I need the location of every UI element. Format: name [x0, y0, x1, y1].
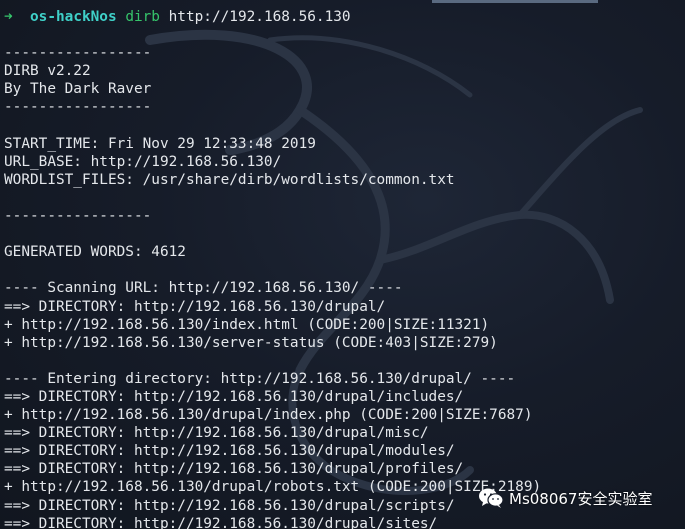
prompt-line[interactable]: ➜ os-hackNos dirb http://192.168.56.130	[4, 8, 541, 26]
prompt-arrow-icon: ➜	[4, 9, 13, 25]
output-line: GENERATED WORDS: 4612	[4, 244, 186, 261]
scroll-indicator[interactable]	[432, 0, 598, 3]
output-line: ==> DIRECTORY: http://192.168.56.130/dru…	[4, 298, 386, 315]
output-line: -----------------	[4, 45, 152, 62]
output-line: ==> DIRECTORY: http://192.168.56.130/dru…	[4, 515, 438, 529]
wechat-watermark: Ms08067安全实验室	[478, 486, 652, 510]
output-line: ==> DIRECTORY: http://192.168.56.130/dru…	[4, 388, 464, 405]
output-line: -----------------	[4, 208, 152, 225]
wechat-icon	[479, 488, 504, 508]
output-line: + http://192.168.56.130/drupal/index.php…	[4, 407, 533, 424]
output-line: ==> DIRECTORY: http://192.168.56.130/dru…	[4, 461, 464, 478]
terminal-window[interactable]: ➜ os-hackNos dirb http://192.168.56.130 …	[0, 0, 685, 529]
output-line: ==> DIRECTORY: http://192.168.56.130/dru…	[4, 497, 455, 514]
output-line: By The Dark Raver	[4, 81, 152, 98]
output-line: ==> DIRECTORY: http://192.168.56.130/dru…	[4, 425, 429, 442]
output-line: -----------------	[4, 99, 152, 116]
output-line: + http://192.168.56.130/server-status (C…	[4, 334, 498, 351]
output-line: + http://192.168.56.130/drupal/robots.tx…	[4, 479, 542, 496]
output-line: ---- Scanning URL: http://192.168.56.130…	[4, 280, 403, 297]
terminal-output: ➜ os-hackNos dirb http://192.168.56.130 …	[4, 8, 541, 529]
prompt-command: dirb	[125, 9, 160, 25]
output-line: URL_BASE: http://192.168.56.130/	[4, 153, 282, 170]
output-line: WORDLIST_FILES: /usr/share/dirb/wordlist…	[4, 171, 455, 188]
prompt-argument: http://192.168.56.130	[168, 9, 351, 25]
output-line: START_TIME: Fri Nov 29 12:33:48 2019	[4, 135, 316, 152]
output-line: ---- Entering directory: http://192.168.…	[4, 370, 516, 387]
output-line: DIRB v2.22	[4, 63, 91, 80]
output-line: ==> DIRECTORY: http://192.168.56.130/dru…	[4, 443, 455, 460]
output-line: + http://192.168.56.130/index.html (CODE…	[4, 316, 490, 333]
prompt-directory: os-hackNos	[30, 9, 117, 25]
watermark-text: Ms08067安全实验室	[509, 489, 653, 508]
